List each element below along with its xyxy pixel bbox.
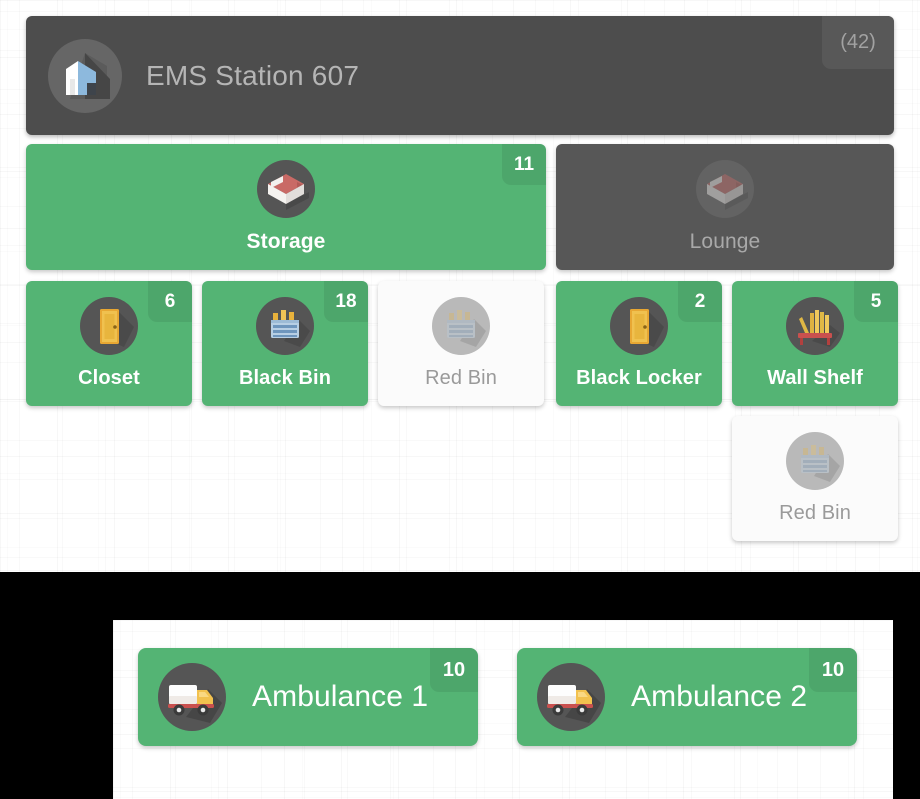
container-card[interactable]: Red Bin	[378, 281, 544, 406]
item-count-badge: 6	[148, 281, 192, 322]
vehicle-name: Ambulance 1	[252, 680, 429, 713]
item-count-badge: 2	[678, 281, 722, 322]
ambulance-truck-icon	[158, 663, 226, 731]
bin-cabinet-icon	[432, 297, 490, 355]
bin-cabinet-icon	[786, 432, 844, 490]
container-name: Closet	[78, 367, 140, 389]
container-name: Red Bin	[779, 502, 851, 524]
container-name: Black Locker	[576, 367, 702, 389]
item-count-badge: 10	[809, 648, 857, 692]
station-inventory-screen: EMS Station 607 (42) Storage 11 Lounge Cl…	[0, 0, 920, 799]
container-card[interactable]: Wall Shelf 5	[732, 281, 898, 406]
item-count-badge: 10	[430, 648, 478, 692]
ambulance-truck-icon	[537, 663, 605, 731]
container-card[interactable]: Closet 6	[26, 281, 192, 406]
open-package-icon	[696, 160, 754, 218]
item-count-badge: 11	[502, 144, 546, 185]
room-name: Storage	[246, 230, 326, 253]
room-card[interactable]: Lounge	[556, 144, 894, 270]
item-count-badge: 18	[324, 281, 368, 322]
room-name: Lounge	[689, 230, 761, 253]
vehicle-panel: Ambulance 1 10 Ambulance 2 10	[113, 620, 893, 799]
vehicle-card[interactable]: Ambulance 1 10	[138, 648, 478, 746]
vehicle-card[interactable]: Ambulance 2 10	[517, 648, 857, 746]
building-icon	[48, 38, 122, 113]
bin-cabinet-icon	[256, 297, 314, 355]
door-icon	[80, 297, 138, 355]
station-panel: EMS Station 607 (42) Storage 11 Lounge Cl…	[0, 0, 920, 572]
door-icon	[610, 297, 668, 355]
container-card[interactable]: Black Locker 2	[556, 281, 722, 406]
vehicle-name: Ambulance 2	[631, 680, 808, 713]
room-card[interactable]: Storage 11	[26, 144, 546, 270]
bookshelf-icon	[786, 297, 844, 355]
section-divider	[0, 572, 920, 620]
station-header-card[interactable]: EMS Station 607 (42)	[26, 16, 894, 135]
container-name: Red Bin	[425, 367, 497, 389]
page-title: EMS Station 607	[146, 59, 360, 91]
open-package-icon	[257, 160, 315, 218]
station-count-badge: (42)	[822, 16, 894, 69]
container-name: Wall Shelf	[767, 367, 863, 389]
container-name: Black Bin	[238, 367, 332, 389]
container-card[interactable]: Black Bin 18	[202, 281, 368, 406]
container-card[interactable]: Red Bin	[732, 416, 898, 541]
item-count-badge: 5	[854, 281, 898, 322]
